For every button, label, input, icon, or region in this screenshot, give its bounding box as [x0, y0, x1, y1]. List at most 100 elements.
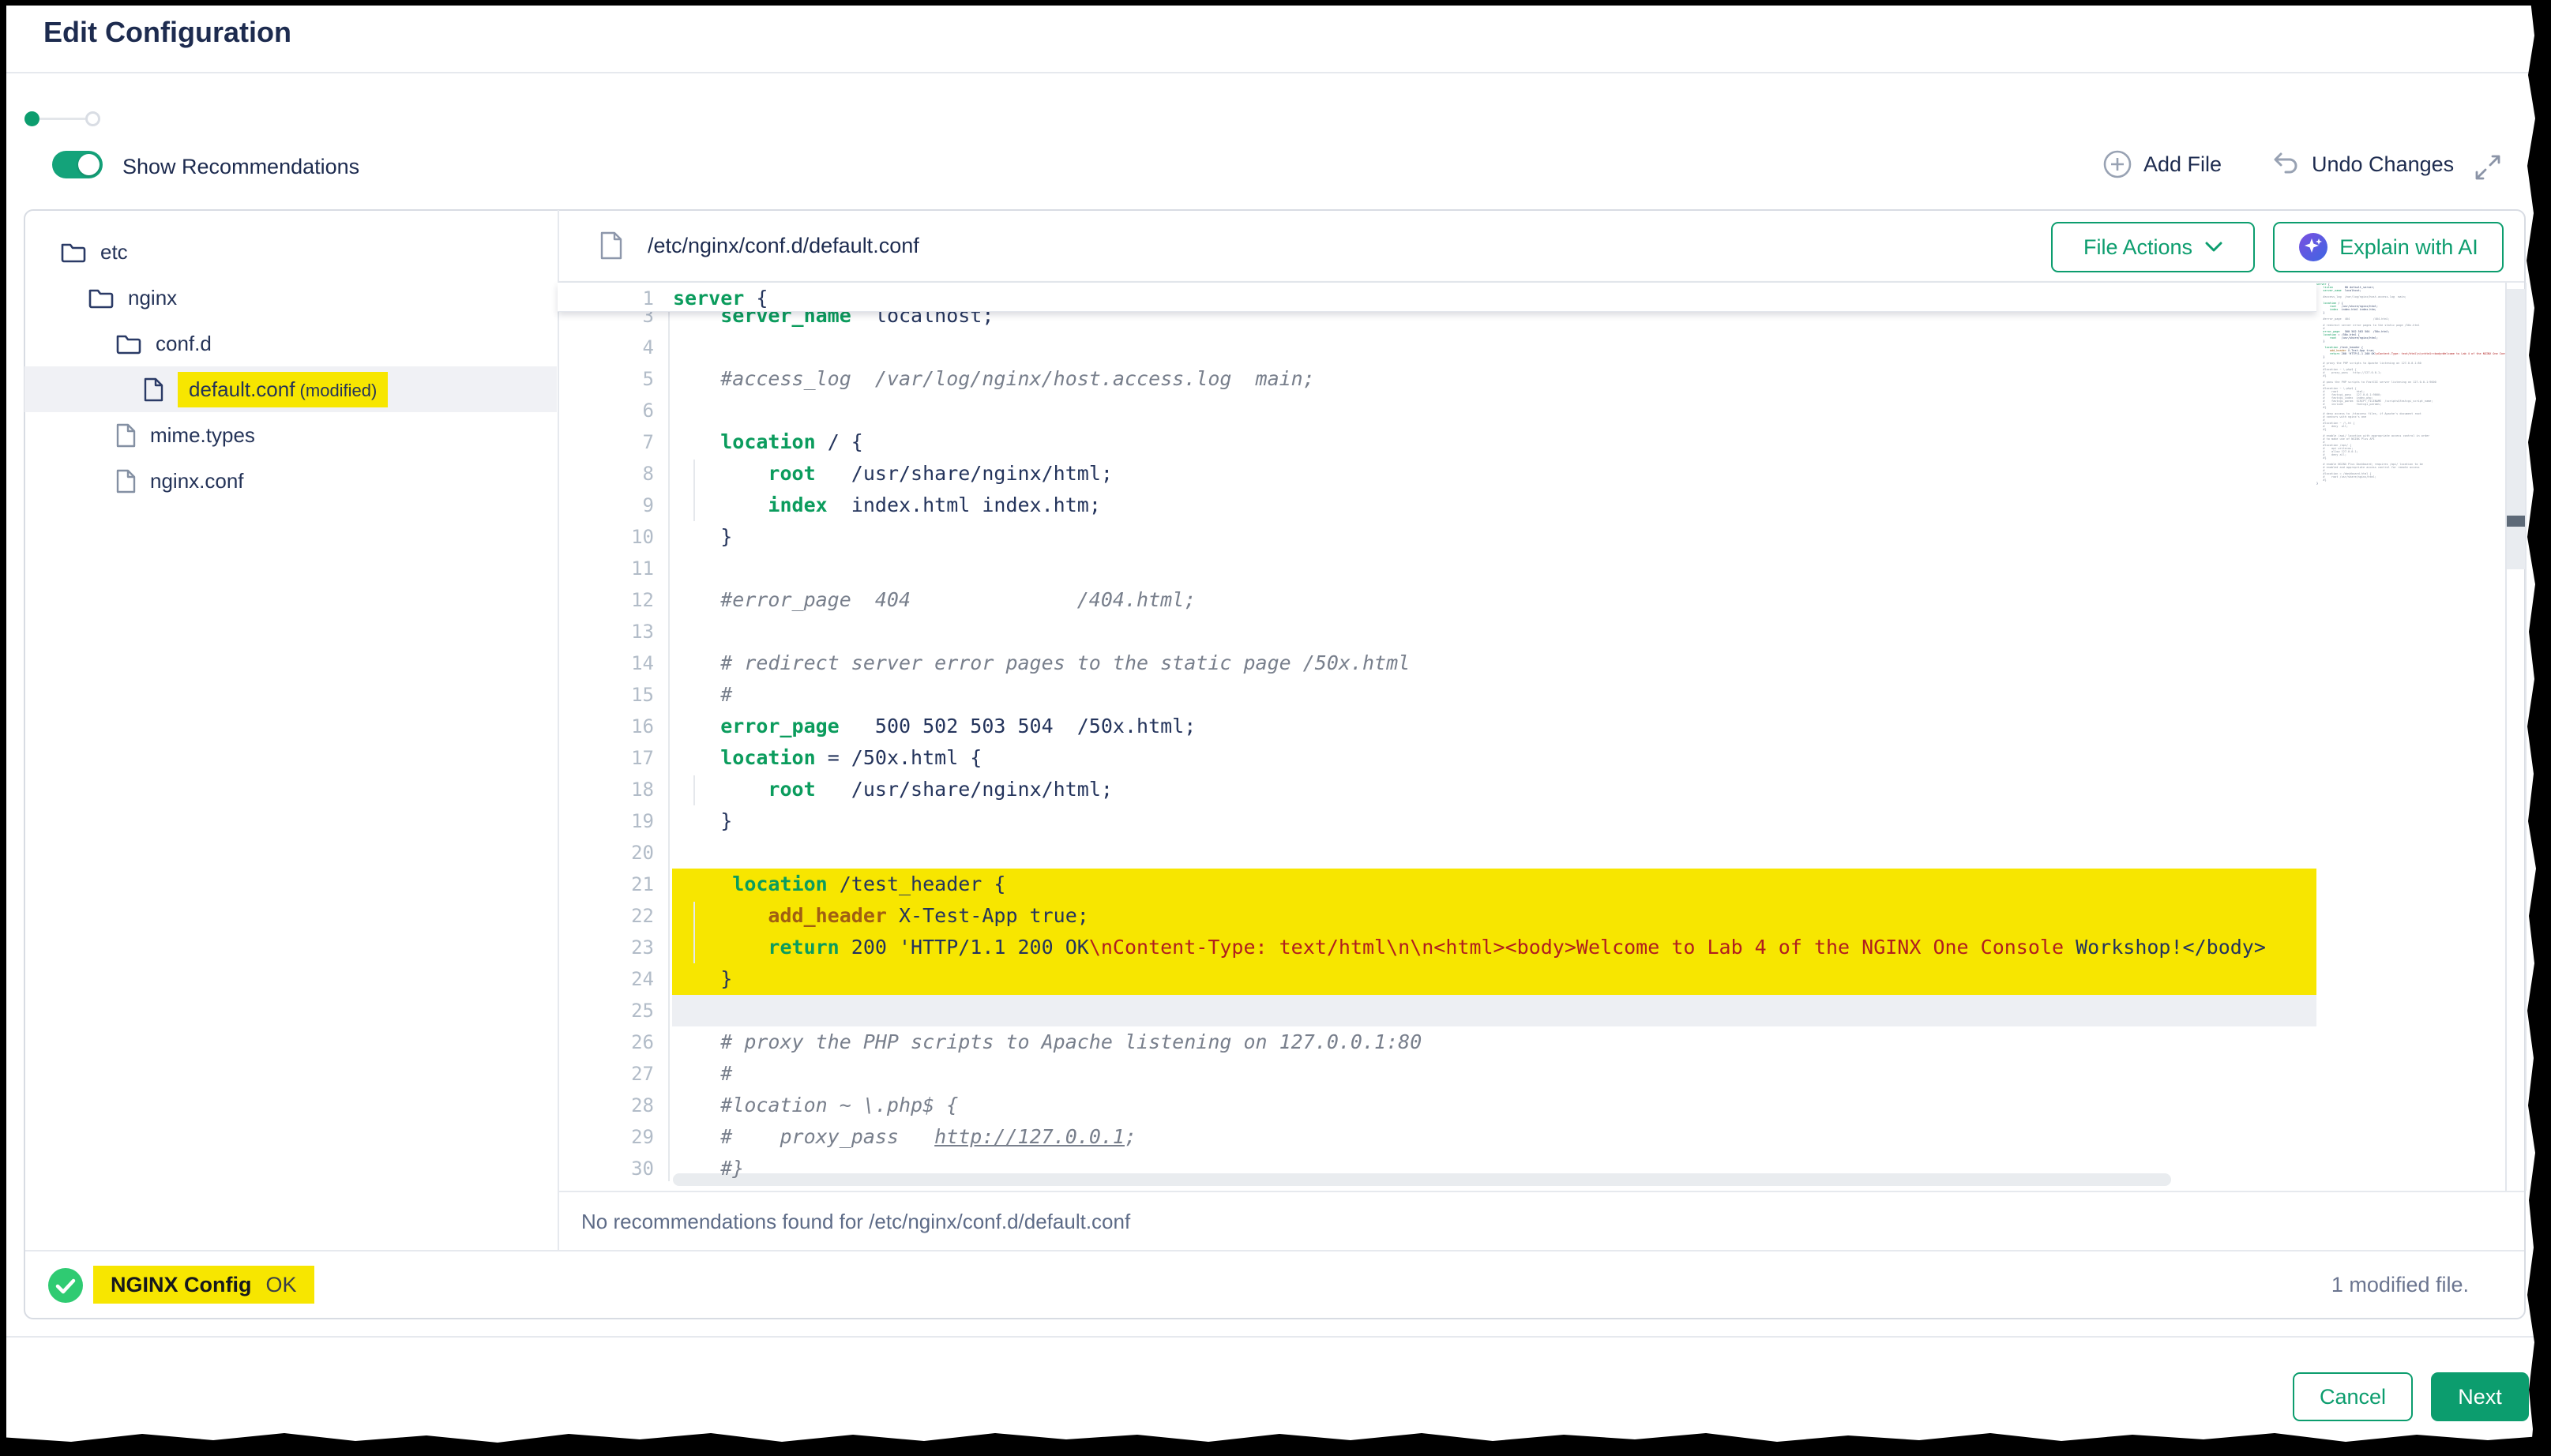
line-number: 7 — [558, 426, 654, 458]
undo-icon — [2269, 149, 2301, 179]
minimap-content: server { listen 80 default_server; serve… — [2316, 283, 2505, 485]
code-editor[interactable]: 3 server_name localhost;45 #access_log /… — [558, 283, 2316, 1191]
edit-configuration-modal: Edit Configuration Show Recommendations … — [0, 0, 2551, 1456]
minimap[interactable]: server { listen 80 default_server; serve… — [2316, 283, 2505, 1189]
line-number: 1 — [558, 283, 654, 314]
code-line-20[interactable]: 20 — [558, 837, 2316, 869]
line-number: 12 — [558, 584, 654, 616]
next-label: Next — [2458, 1385, 2502, 1409]
code-line-12[interactable]: 12 #error_page 404 /404.html; — [558, 584, 2316, 616]
code-line-10[interactable]: 10 } — [558, 521, 2316, 553]
file-path: /etc/nginx/conf.d/default.conf — [648, 234, 919, 258]
code-line-25[interactable]: 25 — [558, 995, 2316, 1026]
nginx-config-label: NGINX Config — [111, 1273, 251, 1297]
chevron-down-icon — [2205, 242, 2222, 253]
folder-icon — [61, 242, 86, 263]
code-line-18[interactable]: 18 root /usr/share/nginx/html; — [558, 774, 2316, 805]
line-number: 5 — [558, 363, 654, 395]
line-number: 11 — [558, 553, 654, 584]
file-tree: etcnginx conf.d default.conf (modified) mim… — [24, 229, 557, 504]
indent-guide-1 — [668, 310, 670, 1181]
tree-item-default.conf[interactable]: default.conf (modified) — [24, 366, 557, 412]
code-line-1-sticky[interactable]: 1server { — [558, 283, 2316, 312]
expand-button[interactable] — [2472, 152, 2504, 187]
modified-files-note: 1 modified file. — [2331, 1273, 2469, 1297]
next-button[interactable]: Next — [2431, 1372, 2529, 1421]
code-line-23[interactable]: 23 return 200 'HTTP/1.1 200 OK\nContent-… — [558, 932, 2316, 963]
line-number: 9 — [558, 490, 654, 521]
tree-item-label: conf.d — [156, 332, 212, 356]
code-line-11[interactable]: 11 — [558, 553, 2316, 584]
code-line-29[interactable]: 29 # proxy_pass http://127.0.0.1; — [558, 1121, 2316, 1153]
code-line-5[interactable]: 5 #access_log /var/log/nginx/host.access… — [558, 363, 2316, 395]
line-number: 25 — [558, 995, 654, 1026]
add-file-label: Add File — [2143, 152, 2222, 177]
step-1-dot[interactable] — [24, 111, 39, 126]
nginx-config-status: OK — [265, 1273, 296, 1297]
tree-item-nginx.conf[interactable]: nginx.conf — [24, 458, 557, 504]
tree-item-label: mime.types — [150, 423, 255, 448]
file-icon — [116, 423, 136, 448]
line-number: 20 — [558, 837, 654, 869]
tree-item-label: nginx.conf — [150, 469, 244, 493]
code-line-4[interactable]: 4 — [558, 332, 2316, 363]
cancel-button[interactable]: Cancel — [2293, 1372, 2413, 1421]
code-line-19[interactable]: 19 } — [558, 805, 2316, 837]
show-recommendations-label: Show Recommendations — [122, 155, 359, 179]
tree-item-etc[interactable]: etc — [24, 229, 557, 275]
toggle-knob — [78, 154, 100, 175]
line-number: 24 — [558, 963, 654, 995]
code-line-7[interactable]: 7 location / { — [558, 426, 2316, 458]
code-line-6[interactable]: 6 — [558, 395, 2316, 426]
file-actions-label: File Actions — [2083, 235, 2192, 260]
tree-item-mime.types[interactable]: mime.types — [24, 412, 557, 458]
line-number: 26 — [558, 1026, 654, 1058]
line-number: 8 — [558, 458, 654, 490]
code-line-16[interactable]: 16 error_page 500 502 503 504 /50x.html; — [558, 711, 2316, 742]
explain-ai-label: Explain with AI — [2339, 235, 2478, 260]
code-line-17[interactable]: 17 location = /50x.html { — [558, 742, 2316, 774]
line-number: 18 — [558, 774, 654, 805]
code-line-24[interactable]: 24 } — [558, 963, 2316, 995]
code-lines: 3 server_name localhost;45 #access_log /… — [558, 300, 2316, 1184]
code-line-21[interactable]: 21 location /test_header { — [558, 869, 2316, 900]
vertical-scrollbar[interactable] — [2505, 283, 2527, 1191]
tree-item-nginx[interactable]: nginx — [24, 275, 557, 321]
scrollbar-thumb[interactable] — [2507, 516, 2525, 527]
code-line-28[interactable]: 28 #location ~ \.php$ { — [558, 1090, 2316, 1121]
line-number: 6 — [558, 395, 654, 426]
code-line-13[interactable]: 13 — [558, 616, 2316, 647]
config-check — [47, 1267, 84, 1308]
line-number: 14 — [558, 647, 654, 679]
line-number: 10 — [558, 521, 654, 553]
horizontal-scrollbar[interactable] — [673, 1173, 2171, 1186]
code-line-27[interactable]: 27 # — [558, 1058, 2316, 1090]
undo-changes-button[interactable]: Undo Changes — [2269, 149, 2454, 179]
tree-item-conf.d[interactable]: conf.d — [24, 321, 557, 366]
file-icon — [600, 231, 622, 260]
code-line-26[interactable]: 26 # proxy the PHP scripts to Apache lis… — [558, 1026, 2316, 1058]
code-line-8[interactable]: 8 root /usr/share/nginx/html; — [558, 458, 2316, 490]
file-icon — [116, 469, 136, 493]
add-file-button[interactable]: Add File — [2102, 149, 2222, 179]
line-number: 15 — [558, 679, 654, 711]
torn-edge-bottom — [0, 1429, 2551, 1456]
line-number: 27 — [558, 1058, 654, 1090]
step-2-dot[interactable] — [85, 111, 100, 126]
line-number: 4 — [558, 332, 654, 363]
code-line-1[interactable]: 1server { — [558, 283, 2316, 314]
title-divider — [0, 72, 2551, 73]
ai-sparkle-icon — [2298, 232, 2328, 262]
torn-edge-top — [0, 0, 2551, 6]
code-line-22[interactable]: 22 add_header X-Test-App true; — [558, 900, 2316, 932]
line-number: 28 — [558, 1090, 654, 1121]
code-line-15[interactable]: 15 # — [558, 679, 2316, 711]
file-actions-button[interactable]: File Actions — [2051, 222, 2255, 272]
show-recommendations-toggle[interactable] — [52, 151, 103, 178]
plus-circle-icon — [2102, 149, 2132, 179]
code-line-9[interactable]: 9 index index.html index.htm; — [558, 490, 2316, 521]
line-number: 16 — [558, 711, 654, 742]
code-line-14[interactable]: 14 # redirect server error pages to the … — [558, 647, 2316, 679]
file-path-header: /etc/nginx/conf.d/default.conf — [600, 231, 919, 260]
explain-with-ai-button[interactable]: Explain with AI — [2273, 222, 2504, 272]
